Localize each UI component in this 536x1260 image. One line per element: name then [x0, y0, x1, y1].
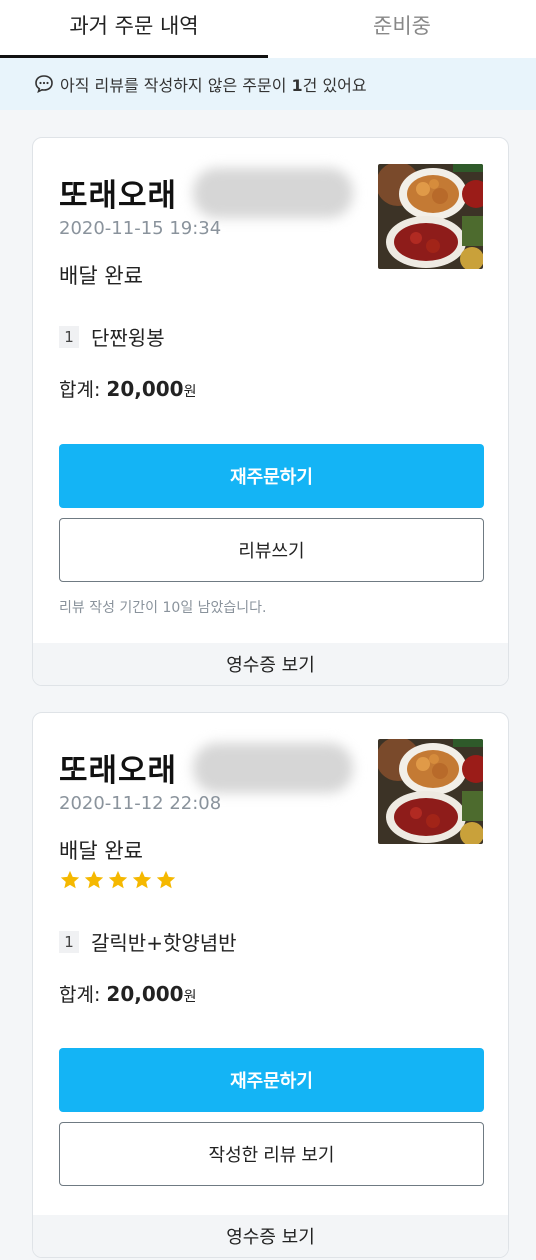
- order-tabs: 과거 주문 내역 준비중: [0, 0, 536, 58]
- star-icon: [60, 870, 80, 889]
- order-status: 배달 완료: [59, 264, 143, 288]
- item-quantity: 1: [59, 325, 79, 348]
- blurred-branch-name: [193, 168, 353, 218]
- order-total: 합계: 20,000원: [59, 377, 197, 401]
- store-name: 또래오래: [59, 178, 178, 214]
- order-total: 합계: 20,000원: [59, 982, 197, 1006]
- food-thumbnail: [378, 164, 483, 269]
- review-period-text: 리뷰 작성 기간이 10일 남았습니다.: [59, 600, 267, 616]
- reorder-button[interactable]: 재주문하기: [59, 1048, 484, 1112]
- write-review-button[interactable]: 리뷰쓰기: [59, 518, 484, 582]
- blurred-branch-name: [193, 743, 353, 793]
- view-receipt-button[interactable]: 영수증 보기: [33, 643, 508, 685]
- order-status: 배달 완료: [59, 839, 143, 863]
- order-datetime: 2020-11-12 22:08: [59, 793, 222, 814]
- store-name: 또래오래: [59, 753, 178, 789]
- currency: 원: [183, 384, 197, 400]
- chat-bubble-icon: [34, 74, 54, 94]
- review-notice-text: 아직 리뷰를 작성하지 않은 주문이 1건 있어요: [60, 76, 367, 95]
- star-icon: [84, 870, 104, 889]
- item-quantity: 1: [59, 930, 79, 953]
- view-receipt-button[interactable]: 영수증 보기: [33, 1215, 508, 1257]
- tab-past-orders[interactable]: 과거 주문 내역: [0, 0, 268, 58]
- order-card: 또래오래 2020-11-15 19:34 배달 완료 1 단짠윙봉 합계: 2…: [32, 137, 509, 686]
- total-amount: 20,000: [106, 377, 184, 401]
- currency: 원: [183, 989, 197, 1005]
- review-notice-count: 1: [291, 76, 303, 95]
- star-icon: [156, 870, 176, 889]
- review-notice-banner[interactable]: 아직 리뷰를 작성하지 않은 주문이 1건 있어요: [0, 58, 536, 110]
- order-card: 또래오래 2020-11-12 22:08 배달 완료 1 갈릭반+핫양념반 합…: [32, 712, 509, 1258]
- view-review-button[interactable]: 작성한 리뷰 보기: [59, 1122, 484, 1186]
- item-name: 단짠윙봉: [91, 326, 165, 350]
- order-datetime: 2020-11-15 19:34: [59, 218, 222, 239]
- star-icon: [132, 870, 152, 889]
- order-item: 1 갈릭반+핫양념반: [59, 927, 237, 956]
- food-thumbnail: [378, 739, 483, 844]
- review-rating: [59, 869, 177, 891]
- total-amount: 20,000: [106, 982, 184, 1006]
- tab-preparing[interactable]: 준비중: [268, 0, 536, 58]
- star-icon: [108, 870, 128, 889]
- item-name: 갈릭반+핫양념반: [91, 931, 237, 955]
- order-item: 1 단짠윙봉: [59, 322, 165, 351]
- reorder-button[interactable]: 재주문하기: [59, 444, 484, 508]
